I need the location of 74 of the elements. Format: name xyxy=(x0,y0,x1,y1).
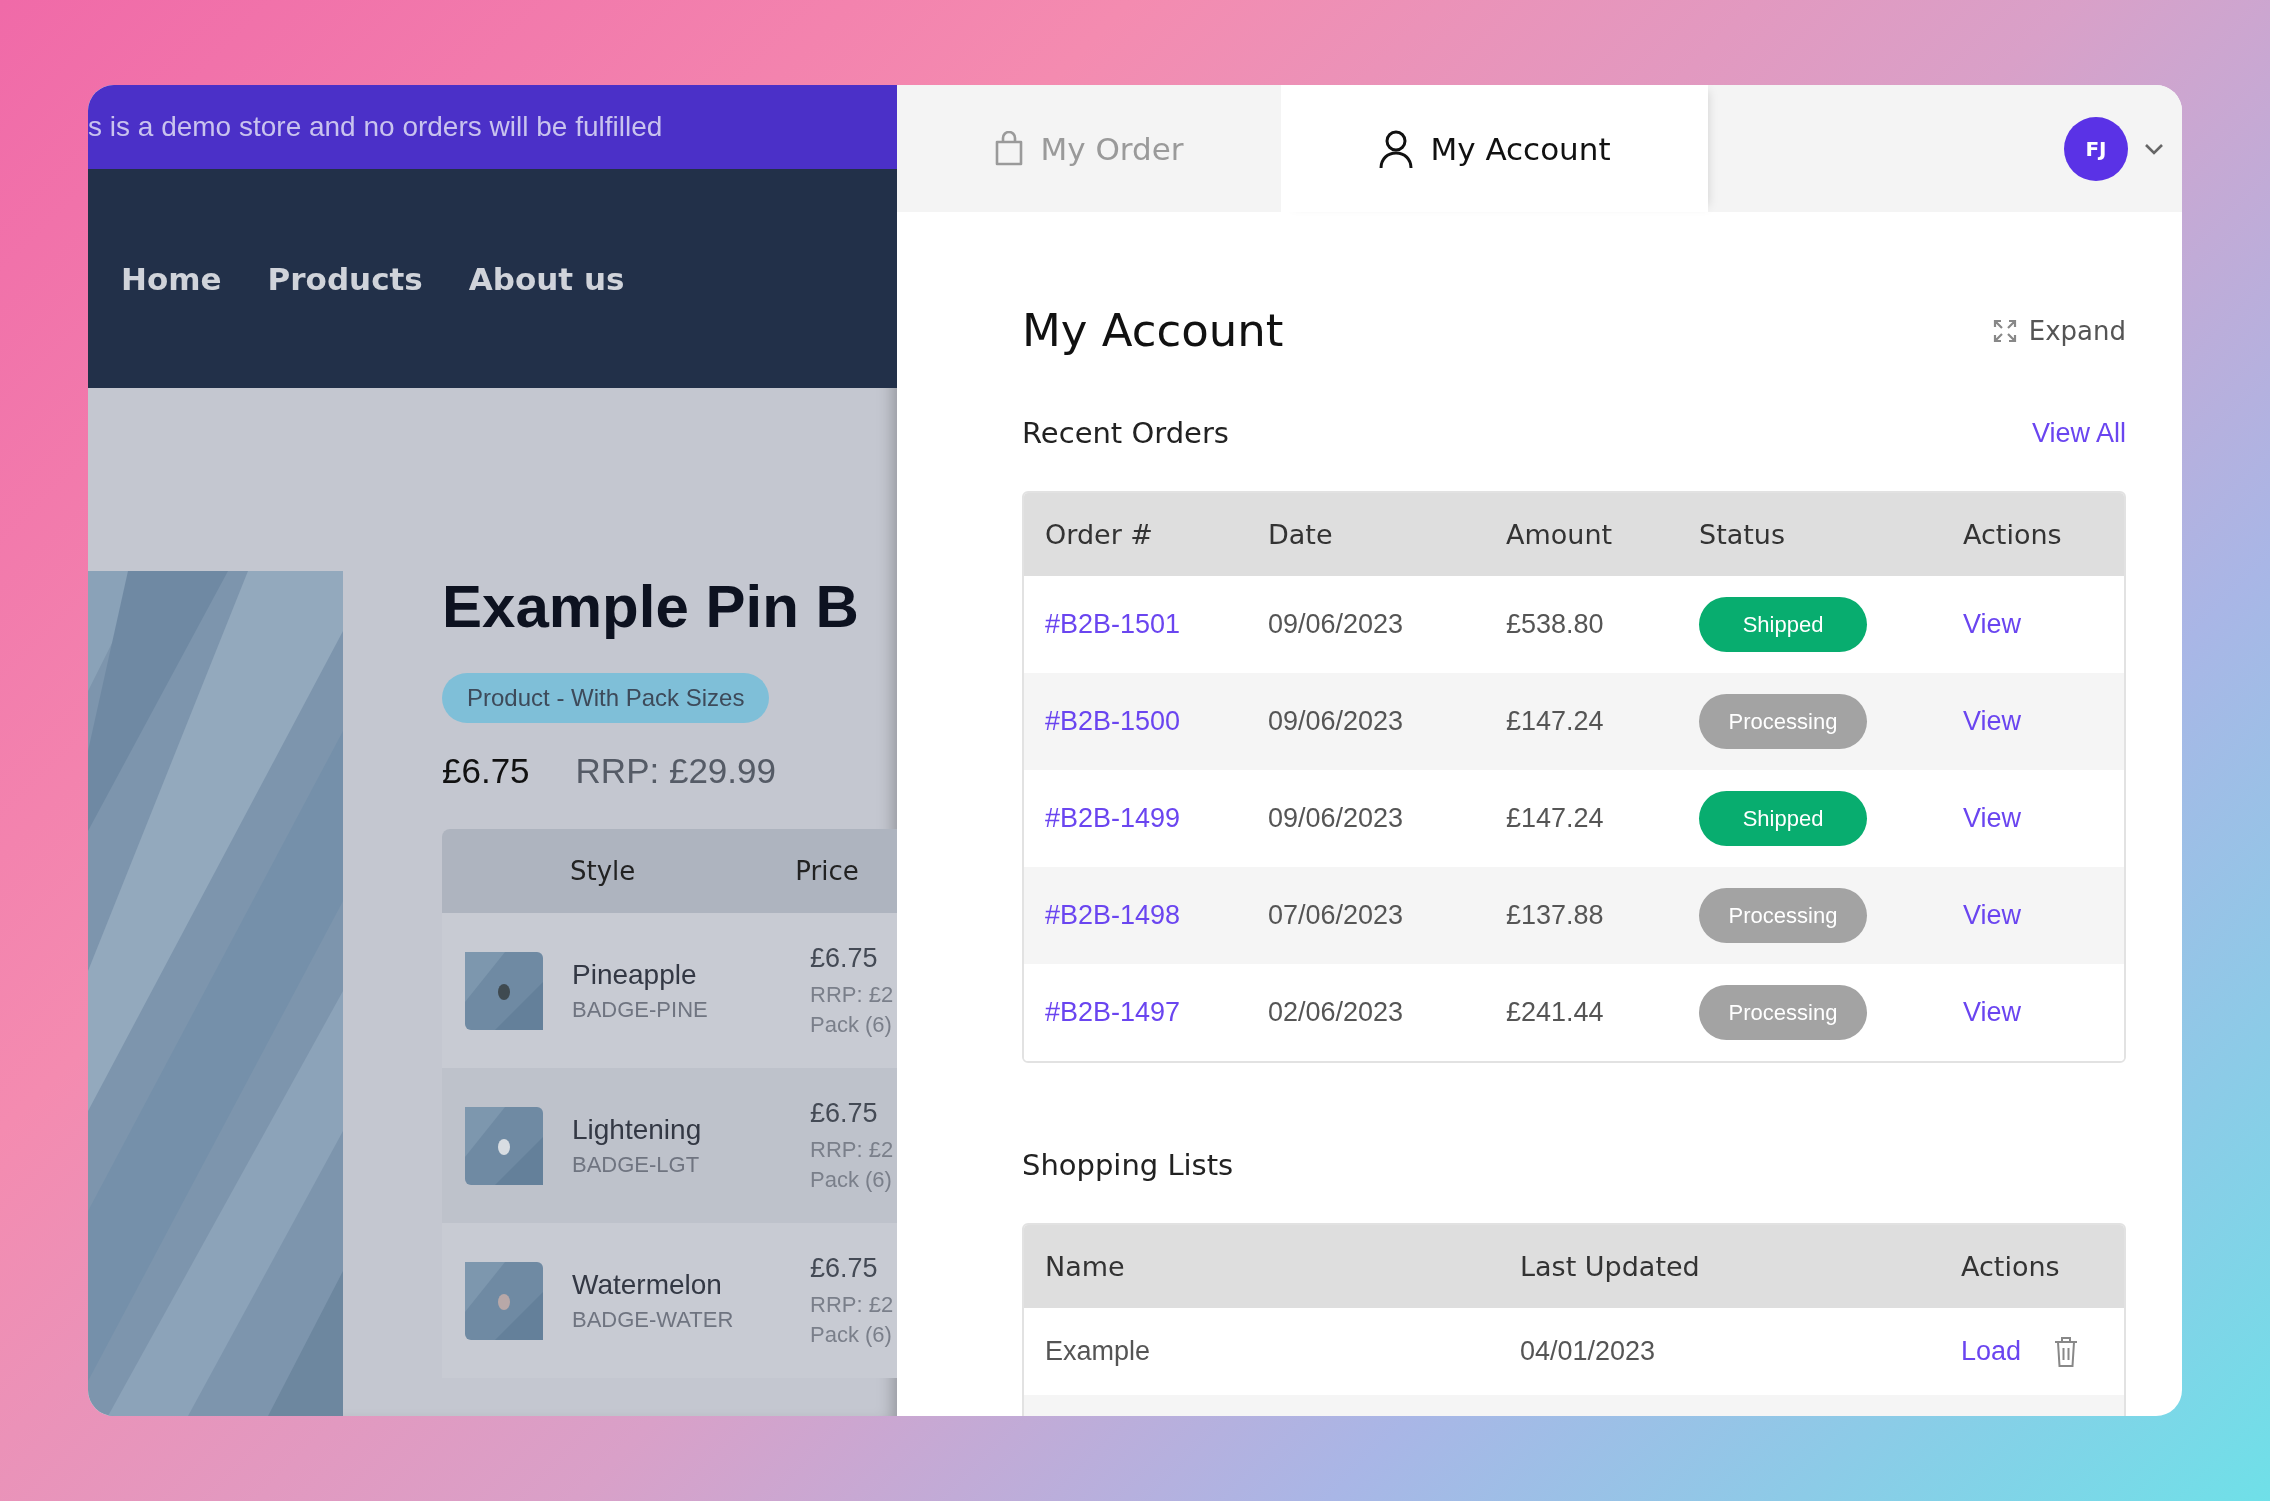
variant-price: £6.75 xyxy=(810,1253,879,1284)
variant-rrp: RRP: £2 xyxy=(810,982,894,1008)
view-link[interactable]: View xyxy=(1963,997,2124,1028)
page-title: My Account xyxy=(1022,304,1284,357)
column-header: Date xyxy=(1268,519,1334,550)
status-badge: Processing xyxy=(1699,985,1867,1040)
section-title: Shopping Lists xyxy=(1022,1148,1234,1182)
order-link[interactable]: #B2B-1499 xyxy=(1045,803,1268,834)
variant-rrp: RRP: £2 xyxy=(810,1292,894,1318)
variant-sku: BADGE-WATER xyxy=(572,1306,735,1333)
variant-rrp: RRP: £2 xyxy=(810,1137,894,1163)
table-cell-text: 09/06/2023 xyxy=(1268,609,1405,640)
status-badge: Processing xyxy=(1699,888,1867,943)
variant-name: Watermelon xyxy=(572,1268,723,1301)
status-badge: Shipped xyxy=(1699,791,1867,846)
order-link[interactable]: #B2B-1497 xyxy=(1045,997,1268,1028)
table-cell-text: £147.24 xyxy=(1506,803,1605,834)
order-link[interactable]: #B2B-1501 xyxy=(1045,609,1268,640)
order-link[interactable]: #B2B-1500 xyxy=(1045,706,1268,737)
pack-size: Pack (6) xyxy=(810,1012,893,1038)
table-cell-text: 02/06/2023 xyxy=(1268,997,1405,1028)
announcement-banner: s is a demo store and no orders will be fulfilled xyxy=(88,85,897,169)
variant-name: Lightening xyxy=(572,1113,703,1146)
delete-button[interactable] xyxy=(2053,1335,2080,1368)
table-cell-text: Example xyxy=(1045,1336,1152,1367)
expand-icon xyxy=(1992,318,2017,343)
product-price: £6.75 xyxy=(442,751,530,791)
rrp-price: RRP: £29.99 xyxy=(575,751,776,791)
tab[interactable]: My Account xyxy=(1281,85,1708,212)
chevron-down-icon xyxy=(2144,142,2164,155)
table-cell-text: 09/06/2023 xyxy=(1268,803,1405,834)
table-cell-text: £241.44 xyxy=(1506,997,1605,1028)
order-link[interactable]: #B2B-1498 xyxy=(1045,900,1268,931)
product-tag: Product - With Pack Sizes xyxy=(442,673,770,723)
avatar[interactable]: FJ xyxy=(2064,116,2128,181)
table-cell-text: £538.80 xyxy=(1506,609,1605,640)
view-link[interactable]: View xyxy=(1963,706,2124,737)
variant-name: Pineapple xyxy=(572,958,698,991)
view-all-link[interactable]: View All xyxy=(2031,417,2126,449)
variant-price: £6.75 xyxy=(810,1098,879,1129)
section-title: Recent Orders xyxy=(1022,416,1229,450)
person-icon xyxy=(1378,128,1415,169)
view-link[interactable]: View xyxy=(1963,803,2124,834)
table-cell-text: £137.88 xyxy=(1506,900,1605,931)
status-badge: Shipped xyxy=(1699,597,1867,652)
column-header: Order # xyxy=(1045,519,1154,550)
view-link[interactable]: View xyxy=(1963,900,2124,931)
shopping-bag-icon xyxy=(994,130,1025,167)
nav-link[interactable]: Home xyxy=(121,260,222,297)
view-link[interactable]: View xyxy=(1963,609,2124,640)
column-header: Style xyxy=(570,856,636,886)
column-header: Actions xyxy=(1963,519,2063,550)
column-header: Status xyxy=(1699,519,1787,550)
column-header: Actions xyxy=(1961,1251,2061,1282)
variant-sku: BADGE-PINE xyxy=(572,996,709,1023)
table-cell-text: 09/06/2023 xyxy=(1268,706,1405,737)
variant-sku: BADGE-LGT xyxy=(572,1151,701,1178)
trash-icon xyxy=(2053,1335,2080,1368)
variant-price: £6.75 xyxy=(810,943,879,974)
table-cell-text: £147.24 xyxy=(1506,706,1605,737)
table-cell-text: 04/01/2023 xyxy=(1520,1336,1657,1367)
column-header: Name xyxy=(1045,1251,1126,1282)
pack-size: Pack (6) xyxy=(810,1322,893,1348)
column-header: Price xyxy=(795,856,859,886)
status-badge: Processing xyxy=(1699,694,1867,749)
expand-button[interactable]: Expand xyxy=(1992,315,2126,346)
pack-size: Pack (6) xyxy=(810,1167,893,1193)
table-cell-text: 07/06/2023 xyxy=(1268,900,1405,931)
column-header: Last Updated xyxy=(1520,1251,1701,1282)
product-title: Example Pin B xyxy=(442,572,860,642)
column-header: Amount xyxy=(1506,519,1614,550)
nav-link[interactable]: Products xyxy=(267,260,423,297)
load-link[interactable]: Load xyxy=(1961,1336,2022,1367)
nav-link[interactable]: About us xyxy=(468,260,625,297)
